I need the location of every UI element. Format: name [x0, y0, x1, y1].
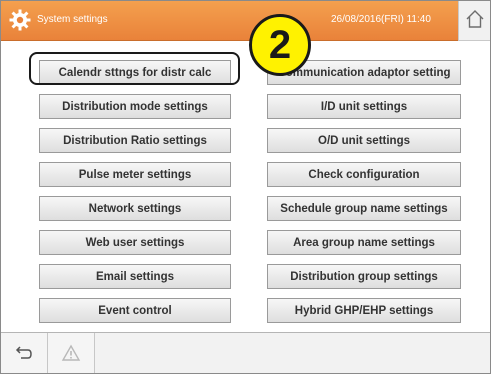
home-icon: [466, 10, 484, 28]
pulse-meter-settings-button[interactable]: Pulse meter settings: [39, 162, 231, 187]
area-group-name-settings-button[interactable]: Area group name settings: [267, 230, 461, 255]
warning-icon: [61, 344, 81, 361]
warning-button[interactable]: [48, 333, 95, 373]
bottom-toolbar: [1, 332, 490, 373]
hybrid-ghp-ehp-settings-button[interactable]: Hybrid GHP/EHP settings: [267, 298, 461, 323]
system-settings-window: System settings 26/08/2016(FRI) 11:40 Ca…: [0, 0, 491, 374]
step-number-marker: 2: [249, 14, 311, 76]
od-unit-settings-button[interactable]: O/D unit settings: [267, 128, 461, 153]
distribution-mode-settings-button[interactable]: Distribution mode settings: [39, 94, 231, 119]
distribution-ratio-settings-button[interactable]: Distribution Ratio settings: [39, 128, 231, 153]
title-bar: System settings 26/08/2016(FRI) 11:40: [1, 1, 458, 41]
page-title: System settings: [37, 14, 108, 25]
back-button[interactable]: [1, 333, 48, 373]
schedule-group-name-settings-button[interactable]: Schedule group name settings: [267, 196, 461, 221]
check-configuration-button[interactable]: Check configuration: [267, 162, 461, 187]
datetime-display: 26/08/2016(FRI) 11:40: [331, 14, 431, 25]
gear-icon: [9, 9, 31, 31]
network-settings-button[interactable]: Network settings: [39, 196, 231, 221]
home-button[interactable]: [458, 1, 490, 41]
callout-highlight-ring: [29, 52, 240, 85]
web-user-settings-button[interactable]: Web user settings: [39, 230, 231, 255]
id-unit-settings-button[interactable]: I/D unit settings: [267, 94, 461, 119]
distribution-group-settings-button[interactable]: Distribution group settings: [267, 264, 461, 289]
event-control-button[interactable]: Event control: [39, 298, 231, 323]
back-icon: [15, 346, 32, 359]
email-settings-button[interactable]: Email settings: [39, 264, 231, 289]
